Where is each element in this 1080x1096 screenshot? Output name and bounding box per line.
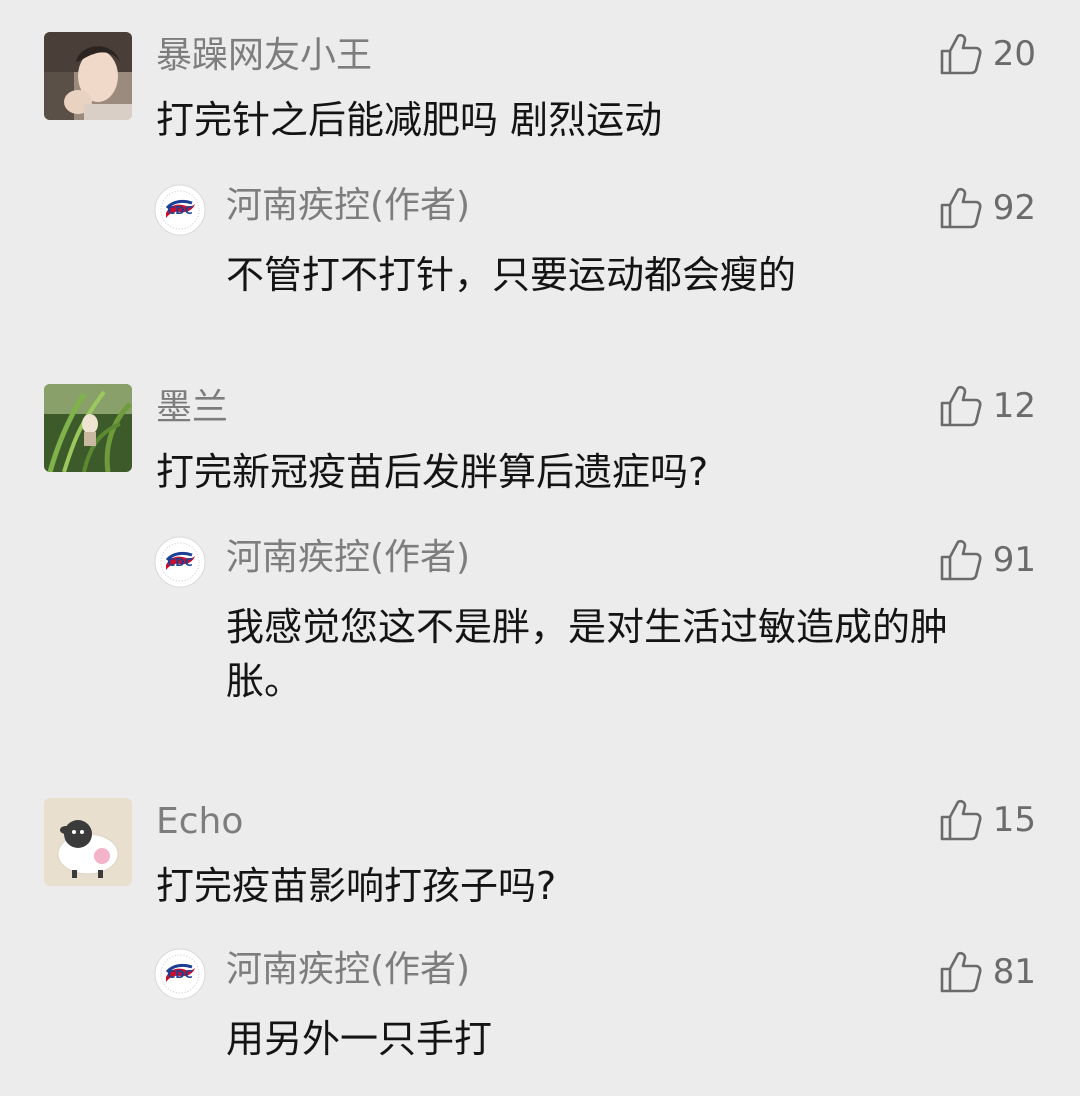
reply-text: 我感觉您这不是胖，是对生活过敏造成的肿胀。 — [226, 605, 949, 703]
like-button[interactable]: 20 — [939, 32, 1036, 76]
sheep-cartoon-avatar[interactable] — [44, 798, 132, 886]
comment: Echo 打完疫苗影响打孩子吗? 15 — [0, 798, 1080, 908]
comment-text: 打完疫苗影响打孩子吗? — [156, 864, 557, 908]
comment-text: 打完新冠疫苗后发胖算后遗症吗? — [156, 450, 709, 494]
plant-photo-avatar[interactable] — [44, 384, 132, 472]
comment: 暴躁网友小王 打完针之后能减肥吗 剧烈运动 20 — [0, 32, 1080, 142]
like-count: 12 — [992, 386, 1036, 426]
person-photo-avatar[interactable] — [44, 32, 132, 120]
comment-thread: 墨兰 打完新冠疫苗后发胖算后遗症吗? 12 河南疾控(作者) 我感觉您这不是胖，… — [0, 384, 1080, 764]
thumbs-up-icon — [939, 538, 983, 582]
thumbs-up-icon — [939, 186, 983, 230]
like-count: 81 — [992, 952, 1036, 992]
comment-author[interactable]: Echo — [156, 800, 243, 844]
cdc-logo-avatar[interactable] — [154, 948, 206, 1000]
thumbs-up-icon — [939, 950, 983, 994]
like-button[interactable]: 91 — [939, 538, 1036, 582]
cdc-logo-avatar[interactable] — [154, 536, 206, 588]
like-count: 92 — [992, 188, 1036, 228]
comment-thread: Echo 打完疫苗影响打孩子吗? 15 河南疾控(作者) 用另外一只手打 81 — [0, 798, 1080, 1096]
cdc-logo-avatar[interactable] — [154, 184, 206, 236]
thumbs-up-icon — [939, 32, 983, 76]
reply-author[interactable]: 河南疾控(作者) — [226, 536, 470, 580]
like-button[interactable]: 81 — [939, 950, 1036, 994]
like-count: 20 — [992, 34, 1036, 74]
reply-author[interactable]: 河南疾控(作者) — [226, 184, 470, 228]
comment: 墨兰 打完新冠疫苗后发胖算后遗症吗? 12 — [0, 384, 1080, 494]
reply-text: 用另外一只手打 — [226, 1017, 493, 1061]
like-button[interactable]: 15 — [939, 798, 1036, 842]
thumbs-up-icon — [939, 384, 983, 428]
comment-author[interactable]: 墨兰 — [156, 386, 228, 430]
comment-text: 打完针之后能减肥吗 剧烈运动 — [156, 98, 663, 142]
thumbs-up-icon — [939, 798, 983, 842]
like-count: 91 — [992, 540, 1036, 580]
like-button[interactable]: 92 — [939, 186, 1036, 230]
reply-text: 不管打不打针，只要运动都会瘦的 — [226, 253, 797, 297]
comment-thread: 暴躁网友小王 打完针之后能减肥吗 剧烈运动 20 河南疾控(作者) 不管打不打针… — [0, 32, 1080, 332]
like-button[interactable]: 12 — [939, 384, 1036, 428]
comment-author[interactable]: 暴躁网友小王 — [156, 34, 372, 78]
like-count: 15 — [992, 800, 1036, 840]
reply-author[interactable]: 河南疾控(作者) — [226, 948, 470, 992]
